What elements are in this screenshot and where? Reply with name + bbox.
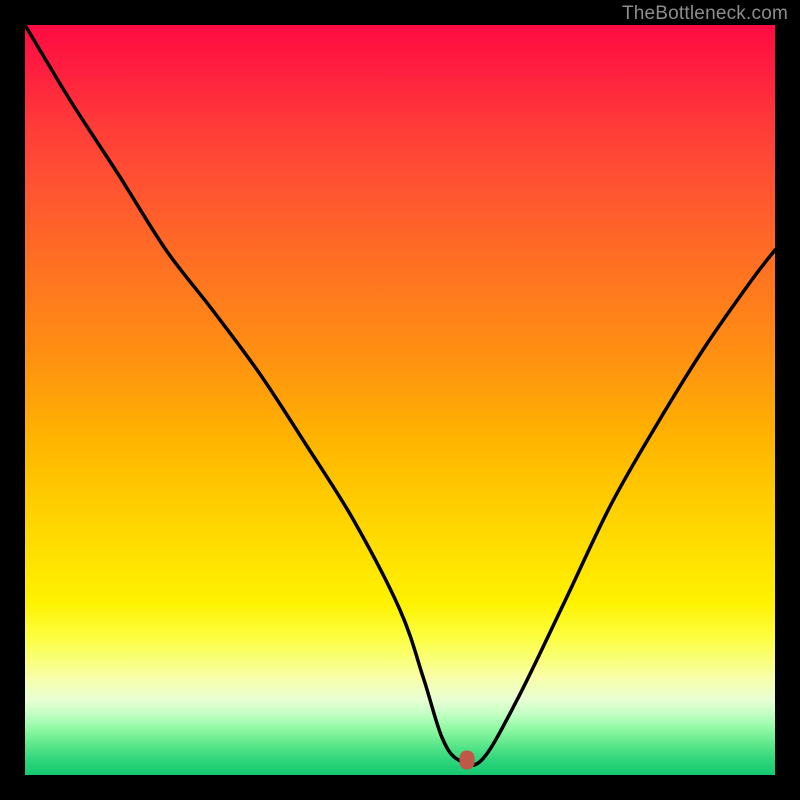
- bottleneck-curve: [25, 25, 775, 775]
- optimal-point-marker: [459, 751, 474, 770]
- plot-area: [25, 25, 775, 775]
- watermark-text: TheBottleneck.com: [622, 3, 788, 25]
- chart-frame: TheBottleneck.com: [0, 0, 800, 800]
